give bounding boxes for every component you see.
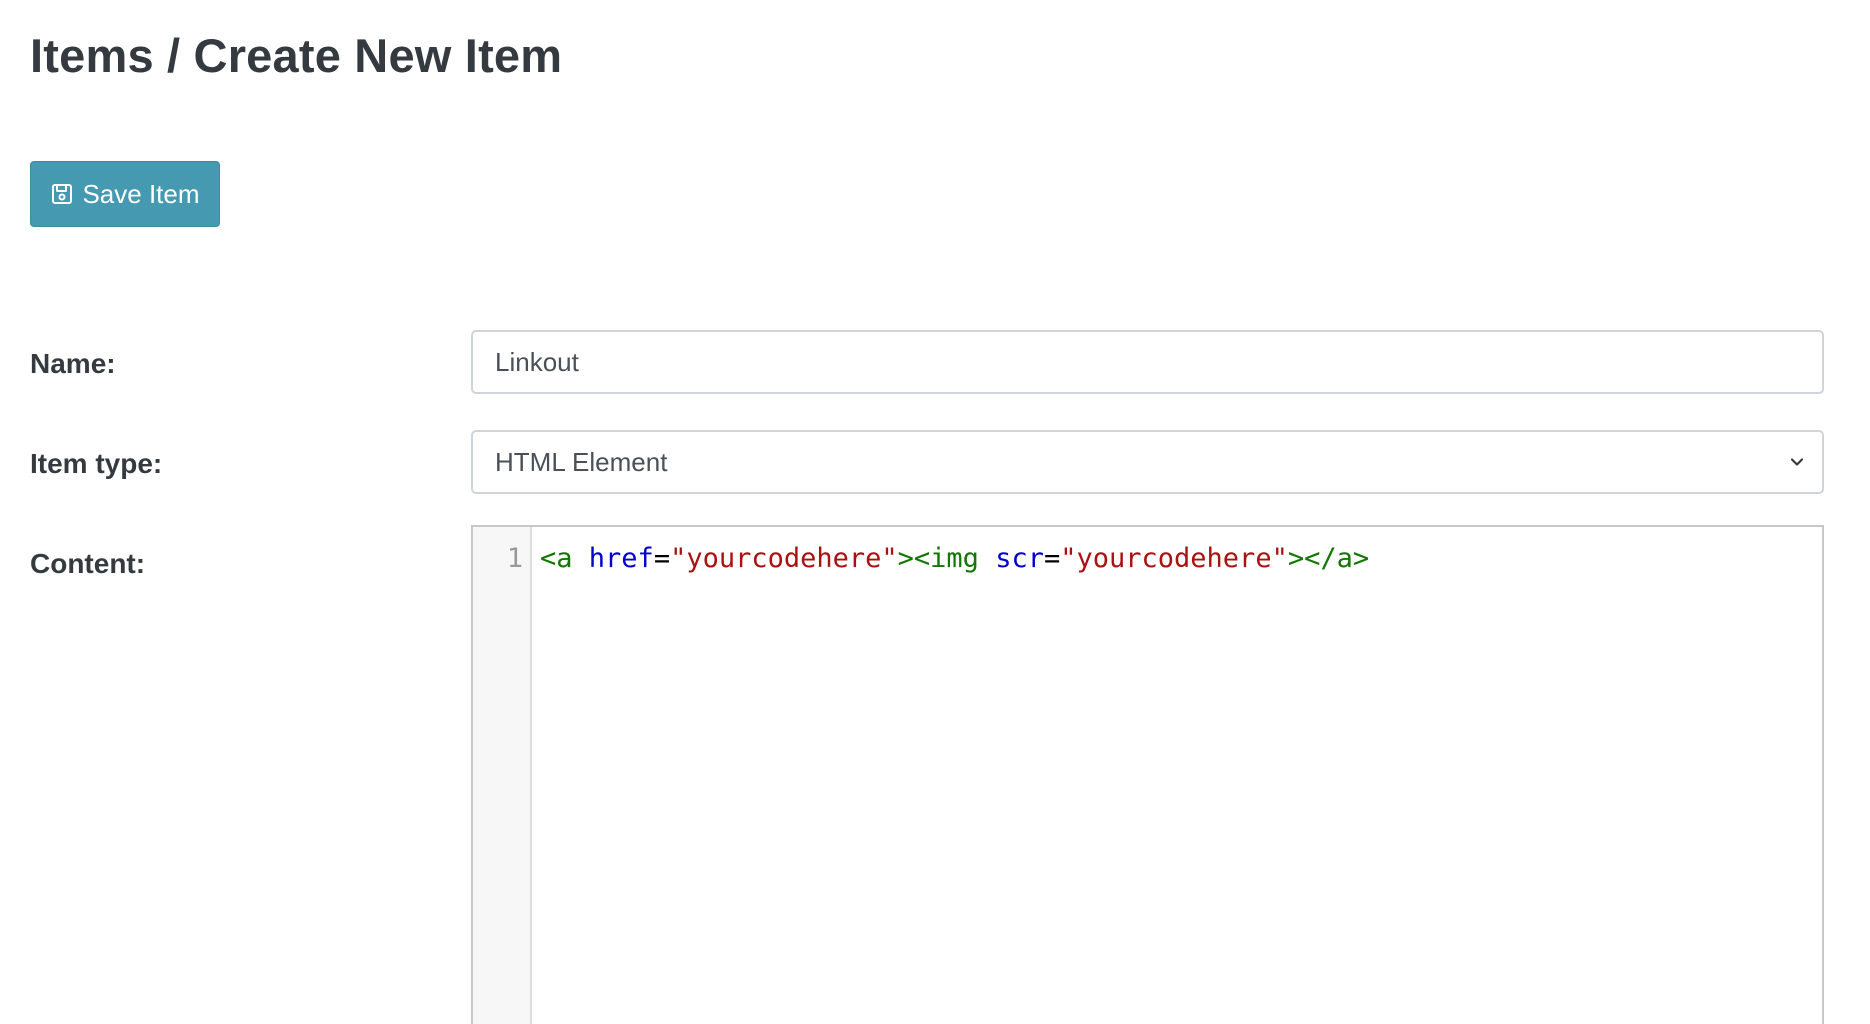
code-token-string: "yourcodehere" [670,543,898,574]
code-token-attr: scr [995,543,1044,574]
code-token-tag: ></a> [1287,543,1370,574]
floppy-disk-icon [50,182,74,206]
chevron-down-icon [1788,453,1806,471]
page-title: Items / Create New Item [30,29,563,82]
save-item-button[interactable]: Save Item [30,161,220,227]
item-type-selected-value: HTML Element [495,446,668,477]
code-token-eq: = [653,543,671,574]
name-label: Name: [30,348,116,379]
code-token-string: "yourcodehere" [1060,543,1288,574]
page: Items / Create New Item Save Item Name: … [0,0,1870,1024]
line-number-gutter: 1 [473,527,532,1024]
code-token-tag: <a [540,543,573,574]
item-type-select[interactable]: HTML Element [471,430,1824,494]
item-type-row: Item type: HTML Element [30,430,1850,494]
name-input[interactable] [471,330,1824,394]
save-item-label: Save Item [82,178,200,209]
name-row: Name: [30,330,1850,394]
code-content[interactable]: <a href="yourcodehere"><img scr="yourcod… [532,527,1822,1024]
item-type-label: Item type: [30,448,163,479]
line-number: 1 [506,543,523,574]
code-editor[interactable]: 1 <a href="yourcodehere"><img scr="yourc… [471,525,1824,1024]
code-token-attr: href [588,543,654,574]
content-label: Content: [30,548,146,579]
code-token-eq: = [1043,543,1061,574]
code-token-tag: ><img [897,543,979,574]
